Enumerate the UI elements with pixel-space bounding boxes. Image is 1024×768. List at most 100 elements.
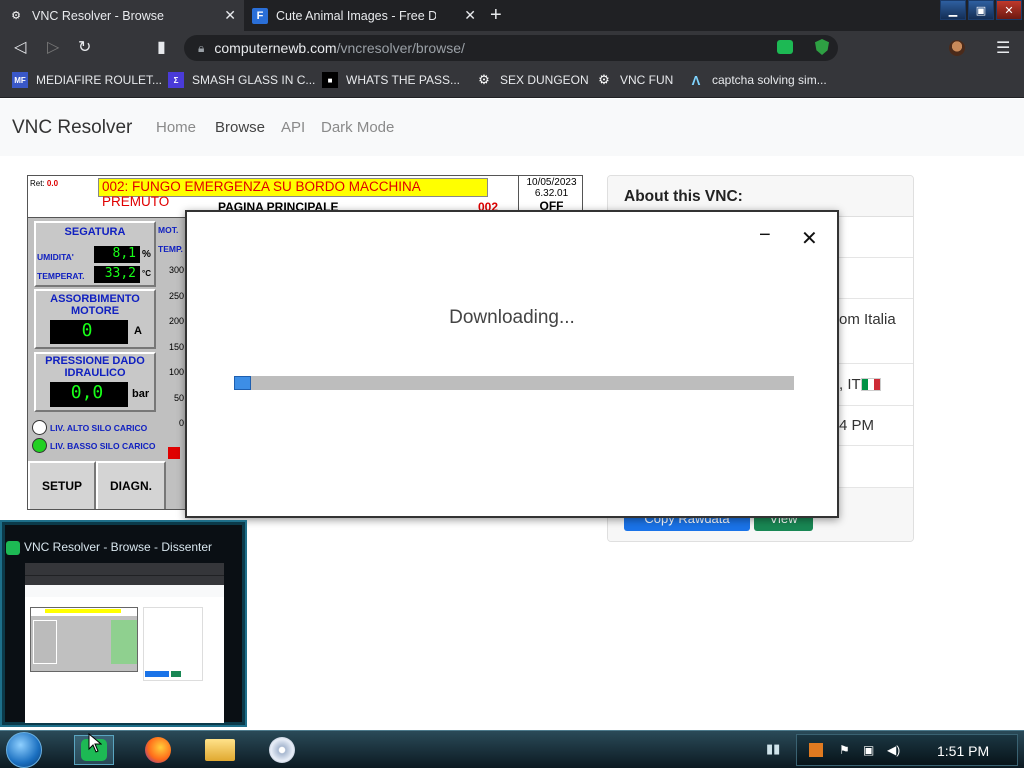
bookmark-label: VNC FUN xyxy=(620,73,674,87)
dissenter-icon xyxy=(6,541,20,555)
bookmark-smash-glass[interactable]: Σ SMASH GLASS IN C... xyxy=(168,72,315,88)
close-tab-icon[interactable]: ✕ xyxy=(224,7,236,24)
site-brand[interactable]: VNC Resolver xyxy=(12,117,132,139)
nav-home[interactable]: Home xyxy=(156,119,196,136)
url-path: /vncresolver/browse/ xyxy=(336,40,465,56)
hmi-amp-value: 0 xyxy=(50,320,128,344)
hmi-amp-unit: A xyxy=(134,325,142,337)
show-desktop-icon[interactable]: ▮▮ xyxy=(766,741,780,757)
download-dialog: − ✕ Downloading... xyxy=(185,210,839,518)
hmi-setup-button: SETUP xyxy=(28,461,96,509)
profile-avatar[interactable] xyxy=(949,40,965,56)
close-window-button[interactable]: ✕ xyxy=(996,0,1022,20)
card-added-text: 4 PM xyxy=(839,417,875,434)
gear-icon: ⚙ xyxy=(598,72,610,87)
hmi-alarm-banner: 002: FUNGO EMERGENZA SU BORDO MACCHINA P… xyxy=(98,178,488,209)
folder-icon xyxy=(205,739,235,761)
bookmarks-bar: MF MEDIAFIRE ROULET... Σ SMASH GLASS IN … xyxy=(0,65,1024,98)
hmi-liv-alto-label: LIV. ALTO SILO CARICO xyxy=(50,423,148,433)
taskbar-clock[interactable]: 1:51 PM xyxy=(937,743,989,759)
lock-icon: 🔒︎ xyxy=(198,40,205,55)
taskbar-thumbnail[interactable]: VNC Resolver - Browse - Dissenter xyxy=(0,520,247,727)
hmi-temp-unit: °C xyxy=(142,269,151,278)
tab-title: VNC Resolver - Browse xyxy=(32,8,164,23)
back-icon[interactable]: ◁ xyxy=(14,37,26,57)
hmi-segatura-label: SEGATURA xyxy=(64,226,126,238)
volume-icon[interactable]: ◀︎) xyxy=(887,743,900,757)
nav-browse[interactable]: Browse xyxy=(215,119,265,136)
dialog-close-button[interactable]: ✕ xyxy=(801,226,818,251)
mouse-cursor-icon xyxy=(88,733,102,753)
bookmark-vnc-fun[interactable]: ⚙ VNC FUN xyxy=(596,72,673,88)
minimize-window-button[interactable]: ▁ xyxy=(940,0,966,20)
cd-icon xyxy=(269,737,295,763)
dialog-minimize-button[interactable]: − xyxy=(759,224,771,247)
windows-taskbar: ▮▮ ⚑ ▣ ◀︎) 1:51 PM xyxy=(0,730,1024,768)
new-tab-button[interactable]: + xyxy=(490,4,502,27)
hmi-umidita-value: 8,1 xyxy=(94,246,140,263)
bookmark-sex-dungeon[interactable]: ⚙ SEX DUNGEON xyxy=(476,72,589,88)
taskbar-firefox[interactable] xyxy=(138,735,178,765)
hmi-temp-value: 33,2 xyxy=(94,266,140,283)
taskbar-media[interactable] xyxy=(262,735,302,765)
window-controls: ▁ ▣ ✕ xyxy=(940,0,1022,20)
hmi-red-indicator xyxy=(168,447,180,459)
address-bar[interactable]: 🔒︎ computernewb.com/vncresolver/browse/ xyxy=(184,35,838,61)
bookmark-star-icon[interactable]: ▮ xyxy=(157,37,166,57)
forward-icon[interactable]: ▷ xyxy=(47,37,59,57)
hmi-ret: Ret: 0.0 xyxy=(30,179,59,188)
download-progress-bar xyxy=(234,376,794,390)
hmi-liv-basso-label: LIV. BASSO SILO CARICO xyxy=(50,441,156,451)
tab-vnc-resolver[interactable]: ⚙ VNC Resolver - Browse ✕ xyxy=(0,0,244,31)
maximize-window-button[interactable]: ▣ xyxy=(968,0,994,20)
hmi-pressione-label: PRESSIONE DADO IDRAULICO xyxy=(45,355,145,379)
gear-icon: ⚙ xyxy=(478,72,490,87)
hmi-temp-label: TEMPERAT. xyxy=(37,271,85,281)
hmi-bar-value: 0,0 xyxy=(50,382,128,407)
bookmark-label: SEX DUNGEON xyxy=(500,73,589,87)
download-progress-fill xyxy=(234,376,251,390)
hmi-led-basso xyxy=(32,438,47,453)
hmi-bar-unit: bar xyxy=(132,388,150,400)
hmi-mot-label: MOT. xyxy=(158,225,179,235)
tray-app-icon[interactable] xyxy=(809,743,823,757)
firefox-icon xyxy=(145,737,171,763)
flag-icon[interactable]: ⚑ xyxy=(839,743,850,757)
browser-toolbar: ◁ ▷ ↻ ▮ 🔒︎ computernewb.com/vncresolver/… xyxy=(0,31,1024,65)
tab-title: Cute Animal Images - Free Download xyxy=(276,8,436,23)
mediafire-icon: MF xyxy=(12,72,28,88)
system-tray: ⚑ ▣ ◀︎) 1:51 PM xyxy=(796,734,1018,766)
nav-api[interactable]: API xyxy=(281,119,305,136)
network-icon[interactable]: ▣ xyxy=(863,743,874,757)
downloading-text: Downloading... xyxy=(449,307,575,328)
nav-dark-mode[interactable]: Dark Mode xyxy=(321,119,394,136)
hmi-date: 10/05/2023 xyxy=(526,177,577,188)
bookmark-label: WHATS THE PASS... xyxy=(346,73,461,87)
italy-flag-icon xyxy=(861,378,881,391)
url-host: computernewb.com xyxy=(214,40,337,56)
bookmark-mediafire[interactable]: MF MEDIAFIRE ROULET... xyxy=(12,72,162,88)
thumbnail-title: VNC Resolver - Browse - Dissenter xyxy=(24,540,213,554)
hmi-segatura-panel: SEGATURA UMIDITA' 8,1 % TEMPERAT. 33,2 °… xyxy=(34,221,156,287)
taskbar-explorer[interactable] xyxy=(200,735,240,765)
thumbnail-preview xyxy=(25,563,224,723)
hmi-pressione-panel: PRESSIONE DADO IDRAULICO 0,0 bar xyxy=(34,352,156,412)
reload-icon[interactable]: ↻ xyxy=(78,37,91,57)
bookmark-label: captcha solving sim... xyxy=(712,73,827,87)
bookmark-label: MEDIAFIRE ROULET... xyxy=(36,73,163,87)
freepik-icon: F xyxy=(252,7,268,24)
card-organization-text: om Italia xyxy=(839,311,896,328)
hmi-diagn-button: DIAGN. xyxy=(96,461,166,509)
close-tab-icon[interactable]: ✕ xyxy=(464,7,476,24)
hmi-assorbimento-label: ASSORBIMENTO MOTORE xyxy=(50,293,140,317)
dissenter-extension-icon[interactable] xyxy=(777,40,793,54)
start-button[interactable] xyxy=(6,732,42,768)
sigma-icon: Σ xyxy=(168,72,184,88)
bookmark-captcha[interactable]: Λ captcha solving sim... xyxy=(688,72,827,88)
bookmark-whats-the-pass[interactable]: ■ WHATS THE PASS... xyxy=(322,72,460,88)
square-icon: ■ xyxy=(322,72,338,88)
hmi-umidita-unit: % xyxy=(142,249,151,260)
hmi-assorbimento-panel: ASSORBIMENTO MOTORE 0 A xyxy=(34,289,156,349)
tab-cute-animals[interactable]: F Cute Animal Images - Free Download ✕ xyxy=(244,0,484,31)
menu-icon[interactable]: ☰ xyxy=(996,38,1010,58)
